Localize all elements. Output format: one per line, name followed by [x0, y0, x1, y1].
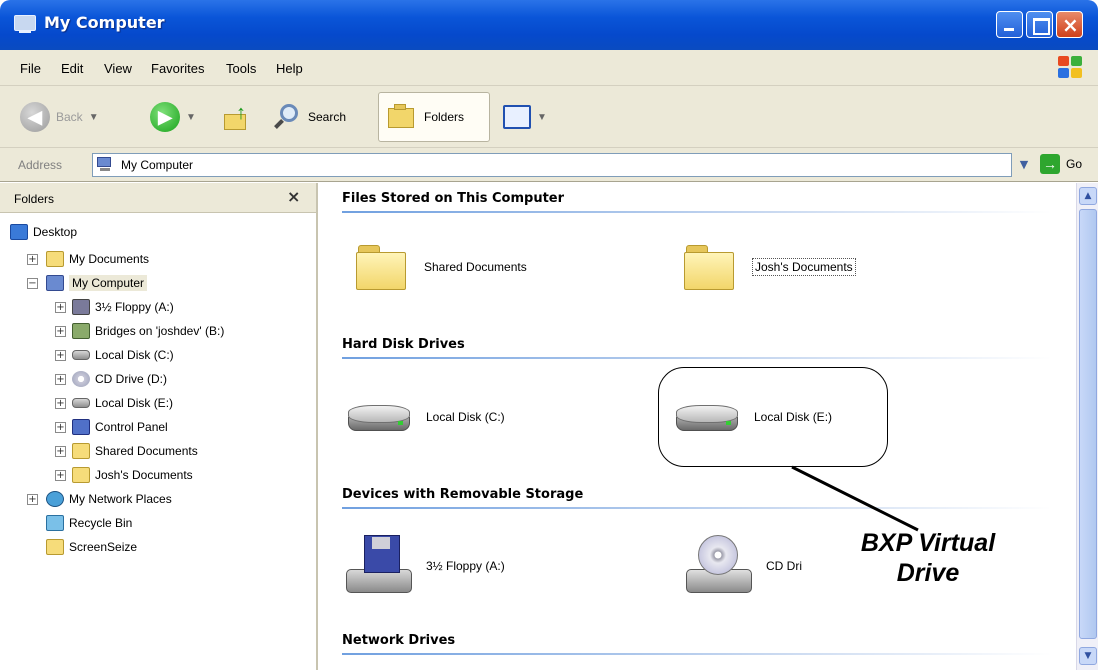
annotation-line-2: Drive	[896, 559, 960, 587]
annotation-line-1: BXP Virtual	[860, 529, 996, 557]
scroll-up-icon[interactable]: ▲	[1079, 187, 1097, 205]
vertical-scrollbar[interactable]: ▲ ▼	[1076, 183, 1098, 670]
scroll-down-icon[interactable]: ▼	[1079, 647, 1097, 665]
scroll-thumb[interactable]	[1079, 209, 1097, 639]
annotation-label: BXP Virtual Drive	[838, 528, 1018, 588]
